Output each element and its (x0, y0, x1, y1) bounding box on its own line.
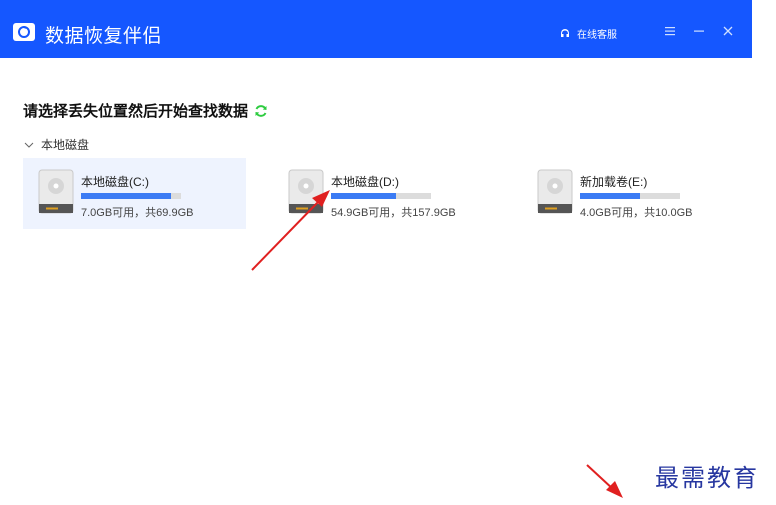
drive-name: 新加载卷(E:) (580, 175, 648, 189)
hard-drive-icon (38, 169, 74, 214)
title-bar: 数据恢复伴侣 在线客服 (0, 0, 752, 58)
app-title: 数据恢复伴侣 (45, 26, 163, 47)
online-support-label: 在线客服 (577, 30, 617, 41)
close-icon[interactable] (721, 24, 735, 38)
drive-capacity: 7.0GB可用，共69.9GB (81, 207, 194, 219)
usage-bar (81, 193, 181, 199)
usage-bar (331, 193, 431, 199)
usage-bar-fill (81, 193, 171, 199)
usage-bar-fill (331, 193, 396, 199)
page-heading: 请选择丢失位置然后开始查找数据 (23, 100, 268, 121)
hard-drive-icon (537, 169, 573, 214)
drive-card-e[interactable]: 新加载卷(E:) 4.0GB可用，共10.0GB (522, 158, 745, 229)
headset-icon (561, 29, 569, 37)
drive-card-c[interactable]: 本地磁盘(C:) 7.0GB可用，共69.9GB (23, 158, 246, 229)
watermark-text: 最需教育 (655, 464, 759, 492)
app-window: 数据恢复伴侣 在线客服 请选择丢失位置然后开始查找数据 本地磁盘 本地磁盘(C:… (0, 0, 752, 505)
usage-bar (580, 193, 680, 199)
hard-drive-icon (288, 169, 324, 214)
drive-card-d[interactable]: 本地磁盘(D:) 54.9GB可用，共157.9GB (273, 158, 496, 229)
chevron-down-icon (24, 142, 34, 148)
drive-capacity: 4.0GB可用，共10.0GB (580, 207, 693, 219)
usage-bar-fill (580, 193, 640, 199)
local-disk-section-toggle[interactable]: 本地磁盘 (24, 136, 89, 153)
refresh-icon[interactable] (254, 104, 268, 118)
online-support-button[interactable]: 在线客服 (560, 26, 617, 41)
drive-name: 本地磁盘(C:) (81, 175, 149, 189)
menu-icon[interactable] (663, 24, 677, 38)
app-logo-icon (13, 23, 35, 41)
section-label: 本地磁盘 (41, 138, 90, 152)
heading-text: 请选择丢失位置然后开始查找数据 (23, 103, 249, 120)
drive-capacity: 54.9GB可用，共157.9GB (331, 207, 456, 219)
minimize-icon[interactable] (692, 24, 706, 38)
drive-name: 本地磁盘(D:) (331, 175, 399, 189)
